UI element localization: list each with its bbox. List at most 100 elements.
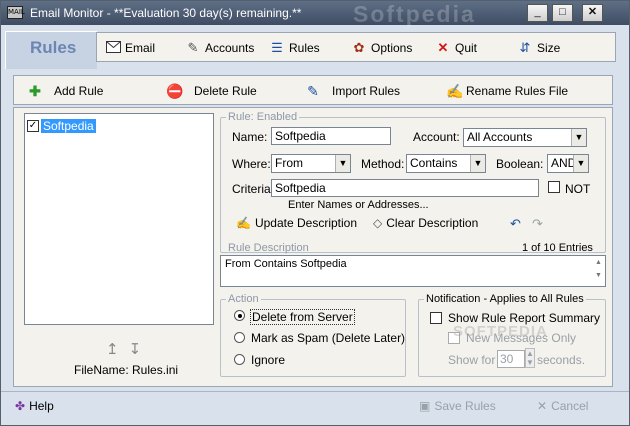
- mark-as-spam-radio[interactable]: [234, 332, 245, 343]
- seconds-label: seconds.: [537, 353, 586, 367]
- cancel-label: Cancel: [551, 399, 589, 413]
- save-rules-label: Save Rules: [434, 399, 496, 413]
- eraser-icon: ◇: [373, 216, 383, 230]
- menu-options-label: Options: [371, 41, 413, 55]
- rule-description-label: Rule Description: [228, 242, 309, 254]
- help-button[interactable]: ✤ Help: [15, 399, 54, 413]
- menu-size[interactable]: ⇵ Size: [517, 39, 561, 57]
- method-label: Method:: [361, 157, 405, 171]
- menu-quit[interactable]: ✕ Quit: [435, 39, 477, 57]
- rename-rules-file-button[interactable]: ✍ Rename Rules File: [446, 82, 568, 100]
- minimize-button[interactable]: _: [527, 4, 548, 22]
- chevron-down-icon: ▼: [571, 129, 586, 146]
- main-panel: ✓ Softpedia ↥↧ FileName: Rules.ini Rule:…: [13, 107, 613, 387]
- action-legend: Action: [226, 293, 261, 305]
- title-bar: MAIL Softpedia Email Monitor - **Evaluat…: [1, 1, 629, 27]
- rule-enabled-checkbox[interactable]: ✓: [27, 120, 39, 132]
- cancel-button[interactable]: ✕ Cancel: [537, 399, 588, 413]
- help-icon: ✤: [15, 399, 26, 413]
- show-for-seconds-field[interactable]: 30: [497, 350, 525, 368]
- menu-size-label: Size: [537, 41, 561, 55]
- x-icon: ✕: [437, 40, 449, 55]
- boolean-label: Boolean:: [496, 157, 544, 171]
- menu-accounts-label: Accounts: [205, 41, 255, 55]
- import-rules-label: Import Rules: [332, 84, 401, 98]
- resize-icon: ⇵: [519, 40, 531, 55]
- pencil-icon: ✎: [187, 40, 199, 55]
- close-button[interactable]: ✕: [582, 4, 603, 22]
- menu-quit-label: Quit: [455, 41, 478, 55]
- rules-list[interactable]: ✓ Softpedia: [24, 113, 214, 325]
- delete-rule-label: Delete Rule: [194, 84, 257, 98]
- chevron-down-icon: ▼: [470, 155, 485, 172]
- email-monitor-window: MAIL Softpedia Email Monitor - **Evaluat…: [0, 0, 630, 426]
- boolean-select[interactable]: AND ▼: [547, 154, 589, 173]
- account-select[interactable]: All Accounts ▼: [463, 128, 587, 147]
- menu-email[interactable]: Email: [105, 39, 155, 57]
- app-mail-icon[interactable]: MAIL: [7, 6, 25, 19]
- where-label: Where:: [232, 157, 271, 171]
- name-field[interactable]: Softpedia: [271, 127, 391, 145]
- menu-accounts[interactable]: ✎ Accounts: [185, 39, 255, 57]
- not-checkbox[interactable]: [548, 181, 560, 193]
- show-for-label: Show for: [448, 353, 496, 367]
- account-label: Account:: [413, 130, 460, 144]
- add-icon: ✚: [29, 82, 41, 99]
- clear-description-button[interactable]: ◇ Clear Description: [373, 216, 478, 230]
- import-rules-button[interactable]: ✎ Import Rules: [304, 82, 400, 100]
- filename-label: FileName: Rules.ini: [74, 363, 179, 377]
- add-rule-button[interactable]: ✚ Add Rule: [26, 82, 103, 100]
- delete-icon: ⛔: [166, 82, 184, 99]
- menu-options[interactable]: ✿ Options: [351, 39, 413, 57]
- help-label: Help: [29, 399, 54, 413]
- menu-rules[interactable]: ☰ Rules: [269, 39, 320, 57]
- criteria-field[interactable]: Softpedia: [271, 179, 539, 197]
- show-report-checkbox[interactable]: [430, 312, 442, 324]
- watermark: SOFTPEDIA: [453, 323, 548, 340]
- list-icon: ☰: [271, 40, 283, 55]
- ignore-label: Ignore: [251, 353, 286, 367]
- method-select[interactable]: Contains ▼: [406, 154, 486, 173]
- import-icon: ✎: [307, 82, 319, 99]
- delete-from-server-radio[interactable]: [234, 310, 245, 321]
- method-value: Contains: [410, 156, 458, 170]
- save-icon: ▣: [419, 399, 431, 413]
- chevron-down-icon: ▼: [335, 155, 350, 172]
- not-label: NOT: [565, 182, 591, 196]
- titlebar-watermark: Softpedia: [353, 1, 476, 27]
- rule-description-text: From Contains Softpedia ▲ ▼: [220, 255, 606, 287]
- move-up-icon[interactable]: ↥: [106, 341, 129, 358]
- description-value: From Contains Softpedia: [225, 258, 347, 270]
- mark-as-spam-label: Mark as Spam (Delete Later): [251, 331, 406, 345]
- maximize-button[interactable]: □: [552, 4, 573, 22]
- seconds-spinner[interactable]: ▲ ▼: [525, 348, 535, 368]
- menu-email-label: Email: [125, 41, 156, 55]
- entries-count: 1 of 10 Entries: [522, 242, 593, 254]
- window-title: Email Monitor - **Evaluation 30 day(s) r…: [30, 6, 302, 20]
- where-value: From: [275, 156, 303, 170]
- chevron-down-icon: ▼: [573, 155, 588, 172]
- list-item[interactable]: ✓ Softpedia: [27, 118, 213, 134]
- description-scrollbar[interactable]: ▲ ▼: [592, 256, 605, 286]
- envelope-icon: [105, 40, 121, 56]
- rules-toolbar: ✚ Add Rule ⛔ Delete Rule ✎ Import Rules …: [13, 75, 613, 105]
- delete-rule-button[interactable]: ⛔ Delete Rule: [166, 82, 257, 100]
- ignore-radio[interactable]: [234, 354, 245, 365]
- name-label: Name:: [232, 130, 268, 144]
- undo-icon[interactable]: ↶: [510, 216, 521, 232]
- account-value: All Accounts: [467, 130, 533, 144]
- rename-icon: ✍: [446, 82, 464, 99]
- cancel-icon: ✕: [537, 399, 548, 413]
- criteria-hint: Enter Names or Addresses...: [288, 199, 429, 211]
- move-down-icon[interactable]: ↧: [129, 341, 152, 358]
- rules-heading: Rules: [5, 31, 97, 69]
- save-rules-button[interactable]: ▣ Save Rules: [419, 399, 496, 413]
- redo-icon[interactable]: ↷: [532, 216, 543, 232]
- notification-legend: Notification - Applies to All Rules: [424, 293, 586, 305]
- where-select[interactable]: From ▼: [271, 154, 351, 173]
- move-arrows: ↥↧: [106, 340, 151, 358]
- footer-bar: ✤ Help ▣ Save Rules ✕ Cancel: [1, 391, 629, 425]
- update-icon: ✍: [236, 216, 251, 230]
- rule-item-label: Softpedia: [41, 119, 96, 133]
- update-description-button[interactable]: ✍ Update Description: [236, 216, 357, 230]
